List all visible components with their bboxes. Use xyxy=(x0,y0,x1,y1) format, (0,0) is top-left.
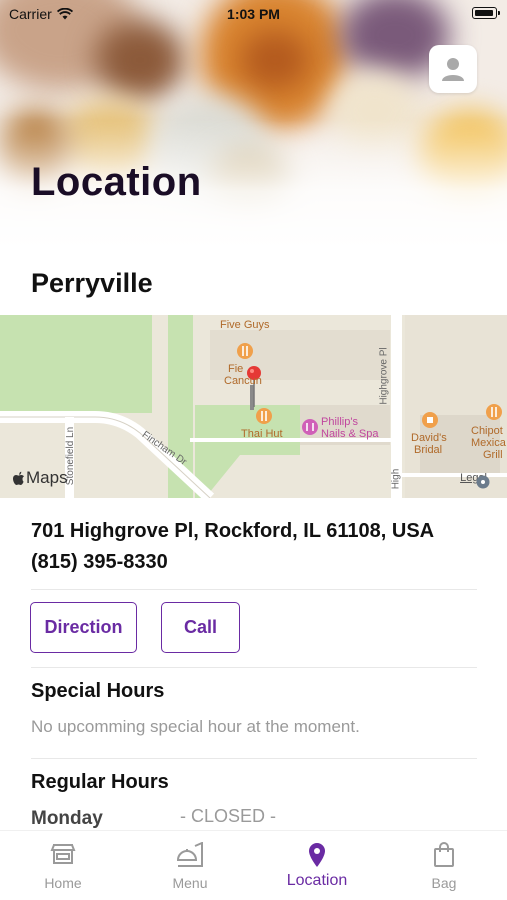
store-name: Perryville xyxy=(31,268,153,298)
hours-day: Monday xyxy=(31,808,103,829)
menu-icon xyxy=(176,842,203,867)
tab-menu[interactable]: Menu xyxy=(127,831,253,900)
store-address: 701 Highgrove Pl, Rockford, IL 61108, US… xyxy=(31,520,435,542)
regular-hours-title: Regular Hours xyxy=(31,771,169,793)
tab-location[interactable]: Location xyxy=(254,831,380,900)
map-label-grill: Grill xyxy=(483,449,503,461)
map-label-fiesta: Fie xyxy=(228,363,244,375)
map-label-highgrove: Highgrove Pl xyxy=(378,347,390,405)
map-label-phillips: Phillip's xyxy=(321,416,358,428)
tab-home-label: Home xyxy=(44,875,82,891)
location-pin-icon xyxy=(309,843,325,867)
tab-location-label: Location xyxy=(286,872,348,889)
restaurant-marker-icon[interactable] xyxy=(485,403,503,421)
store-icon xyxy=(50,844,76,864)
status-time: 1:03 PM xyxy=(227,6,280,22)
divider xyxy=(31,758,477,759)
bag-icon xyxy=(434,842,454,867)
store-phone: (815) 395-8330 xyxy=(31,551,168,573)
divider xyxy=(31,589,477,590)
tab-menu-label: Menu xyxy=(172,875,208,891)
special-hours-message: No upcomming special hour at the moment. xyxy=(31,717,360,736)
divider xyxy=(31,667,477,668)
shop-marker-icon[interactable] xyxy=(421,411,439,429)
map-view[interactable]: Five Guys Fie Cancun Thai Hut Phillip's … xyxy=(0,315,507,498)
map-label-davids: David's xyxy=(411,432,447,444)
compass-icon[interactable] xyxy=(476,475,490,489)
restaurant-marker-icon[interactable] xyxy=(255,407,273,425)
map-label-chipotle: Chipot xyxy=(471,425,503,437)
map-label-mexican: Mexica xyxy=(471,437,506,449)
hours-status: - CLOSED - xyxy=(180,806,277,826)
maps-label: Maps xyxy=(26,468,68,487)
map-label-thai-hut: Thai Hut xyxy=(241,428,283,440)
battery-icon xyxy=(472,7,500,19)
apple-icon xyxy=(13,471,24,485)
apple-maps-logo: Maps xyxy=(12,468,68,488)
status-bar: Carrier 1:03 PM xyxy=(0,0,507,28)
tab-bar: Home Menu Location Bag xyxy=(0,830,507,900)
restaurant-marker-icon[interactable] xyxy=(236,342,254,360)
map-label-bridal: Bridal xyxy=(414,444,443,456)
map-label-nails-spa: Nails & Spa xyxy=(321,428,379,440)
header-background xyxy=(0,0,507,250)
profile-button[interactable] xyxy=(429,45,477,93)
map-label-highgrove-short: High xyxy=(390,468,402,490)
tab-home[interactable]: Home xyxy=(0,831,126,900)
direction-button[interactable]: Direction xyxy=(30,602,137,653)
map-label-five-guys: Five Guys xyxy=(220,319,270,331)
shop-marker-icon[interactable] xyxy=(301,418,319,436)
call-button[interactable]: Call xyxy=(161,602,240,653)
special-hours-title: Special Hours xyxy=(31,680,165,702)
user-icon xyxy=(442,58,464,81)
tab-bag-label: Bag xyxy=(431,875,457,891)
map-label-cancun: Cancun xyxy=(224,375,262,387)
tab-bag[interactable]: Bag xyxy=(381,831,507,900)
page-title: Location xyxy=(31,160,202,204)
